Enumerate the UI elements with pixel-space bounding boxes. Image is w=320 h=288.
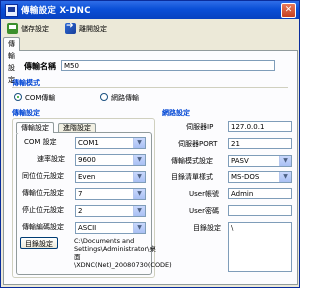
app-icon — [5, 4, 18, 17]
com-setting-label: COM 設定 — [24, 138, 57, 146]
parity-select[interactable]: Even ▼ — [75, 171, 146, 183]
save-settings-button[interactable]: 儲存設定 — [7, 22, 49, 35]
window-title: 傳輸設定 X-DNC — [21, 6, 91, 16]
chevron-down-icon: ▼ — [279, 156, 291, 166]
server-port-label: 伺服器PORT — [178, 140, 218, 148]
chevron-down-icon: ▼ — [133, 172, 145, 182]
encoding-label: 傳輸編碼設定 — [22, 223, 64, 231]
com-value: COM1 — [78, 139, 99, 147]
radio-network-label: 網路傳輸 — [111, 94, 139, 102]
toolbar: 儲存設定 離開設定 — [1, 19, 299, 37]
radio-com-transfer[interactable] — [14, 93, 22, 101]
remote-directory-input[interactable]: \ — [228, 222, 292, 272]
title-bar[interactable]: 傳輸設定 X-DNC ✕ — [1, 1, 299, 19]
stop-bits-label: 停止位元設定 — [22, 206, 64, 214]
transfer-mode-setting-label: 傳輸模式設定 — [171, 157, 213, 165]
settings-window: 傳輸設定 X-DNC ✕ 儲存設定 離開設定 傳輸設定 傳輸名稱 M50 傳輸模… — [0, 0, 300, 288]
exit-settings-button[interactable]: 離開設定 — [65, 21, 107, 35]
exit-icon — [65, 21, 76, 34]
data-bits-select[interactable]: 7 ▼ — [75, 188, 146, 200]
tab-panel: 傳輸名稱 M50 傳輸模式 COM傳輸 網路傳輸 傳輸設定 傳輸設定 進階設定 … — [3, 50, 298, 285]
transfer-name-input[interactable]: M50 — [61, 60, 275, 71]
encoding-select[interactable]: ASCII ▼ — [75, 222, 146, 234]
chevron-down-icon: ▼ — [133, 155, 145, 165]
transfer-name-label: 傳輸名稱 — [24, 62, 56, 71]
exit-label: 離開設定 — [79, 24, 107, 33]
stop-bits-value: 2 — [78, 207, 83, 215]
stop-bits-select[interactable]: 2 ▼ — [75, 205, 146, 217]
chevron-down-icon: ▼ — [133, 223, 145, 233]
radio-com-label: COM傳輸 — [25, 94, 56, 102]
encoding-value: ASCII — [78, 224, 97, 232]
com-select[interactable]: COM1 ▼ — [75, 137, 146, 149]
user-password-input[interactable] — [228, 205, 292, 216]
transfer-mode-value: PASV — [231, 157, 249, 165]
directory-style-select[interactable]: MS-DOS ▼ — [228, 171, 292, 183]
save-icon — [7, 23, 18, 34]
directory-style-value: MS-DOS — [231, 173, 260, 181]
chevron-down-icon: ▼ — [279, 172, 291, 182]
save-label: 儲存設定 — [21, 24, 49, 33]
data-bits-value: 7 — [78, 190, 83, 198]
baud-rate-value: 9600 — [78, 156, 96, 164]
baud-rate-select[interactable]: 9600 ▼ — [75, 154, 146, 166]
network-settings-title: 網路設定 — [162, 109, 190, 117]
user-password-label: User密碼 — [189, 207, 219, 215]
chevron-down-icon: ▼ — [133, 138, 145, 148]
remote-directory-label: 目錄設定 — [193, 224, 221, 232]
baud-rate-label: 速率設定 — [37, 155, 65, 163]
parity-value: Even — [78, 173, 96, 181]
parity-label: 同位位元設定 — [22, 172, 64, 180]
directory-style-label: 目錄清單樣式 — [171, 173, 213, 181]
chevron-down-icon: ▼ — [133, 206, 145, 216]
tab-transfer-settings[interactable]: 傳輸設定 — [3, 37, 20, 84]
server-port-input[interactable]: 21 — [228, 138, 292, 149]
directory-settings-button[interactable]: 目錄設定 — [20, 237, 58, 249]
chevron-down-icon: ▼ — [133, 189, 145, 199]
directory-path: C:\Documents and Settings\Administrator\… — [74, 237, 172, 269]
radio-network-transfer[interactable] — [100, 93, 108, 101]
close-button[interactable]: ✕ — [281, 3, 296, 18]
server-ip-input[interactable]: 127.0.0.1 — [228, 121, 292, 132]
subtab-transfer[interactable]: 傳輸設定 — [16, 122, 54, 133]
divider — [12, 87, 288, 88]
transfer-settings-title: 傳輸設定 — [12, 109, 40, 117]
server-ip-label: 伺服器IP — [186, 123, 214, 131]
user-account-input[interactable]: Admin — [228, 188, 292, 199]
data-bits-label: 傳輸位元設定 — [22, 189, 64, 197]
transfer-mode-select[interactable]: PASV ▼ — [228, 155, 292, 167]
user-account-label: User帳號 — [189, 190, 219, 198]
